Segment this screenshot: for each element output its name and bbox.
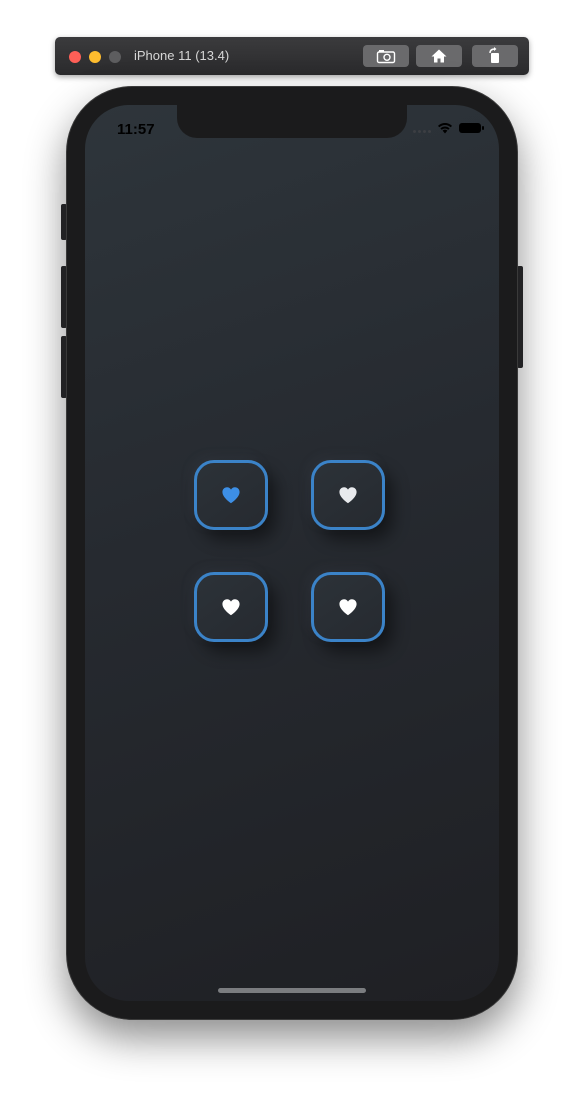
phone-screen: 11:57	[85, 105, 499, 1001]
rotate-button[interactable]	[472, 45, 518, 67]
simulator-titlebar: iPhone 11 (13.4)	[55, 37, 529, 75]
close-window-button[interactable]	[69, 51, 81, 63]
zoom-window-button[interactable]	[109, 51, 121, 63]
rotate-icon	[489, 47, 499, 63]
home-indicator[interactable]	[218, 988, 366, 993]
minimize-window-button[interactable]	[89, 51, 101, 63]
home-icon	[431, 49, 447, 63]
heart-button-3[interactable]	[194, 572, 268, 642]
simulator-title: iPhone 11 (13.4)	[134, 48, 230, 63]
heart-button-1[interactable]	[194, 460, 268, 530]
camera-icon	[376, 50, 396, 64]
screenshot-button[interactable]	[363, 45, 409, 67]
home-button[interactable]	[416, 45, 462, 67]
heart-button-4[interactable]	[311, 572, 385, 642]
heart-icon	[222, 599, 240, 616]
heart-button-2[interactable]	[311, 460, 385, 530]
heart-icon	[222, 487, 240, 504]
heart-button-grid	[85, 105, 499, 1001]
heart-icon	[339, 599, 357, 616]
heart-icon	[339, 487, 357, 504]
